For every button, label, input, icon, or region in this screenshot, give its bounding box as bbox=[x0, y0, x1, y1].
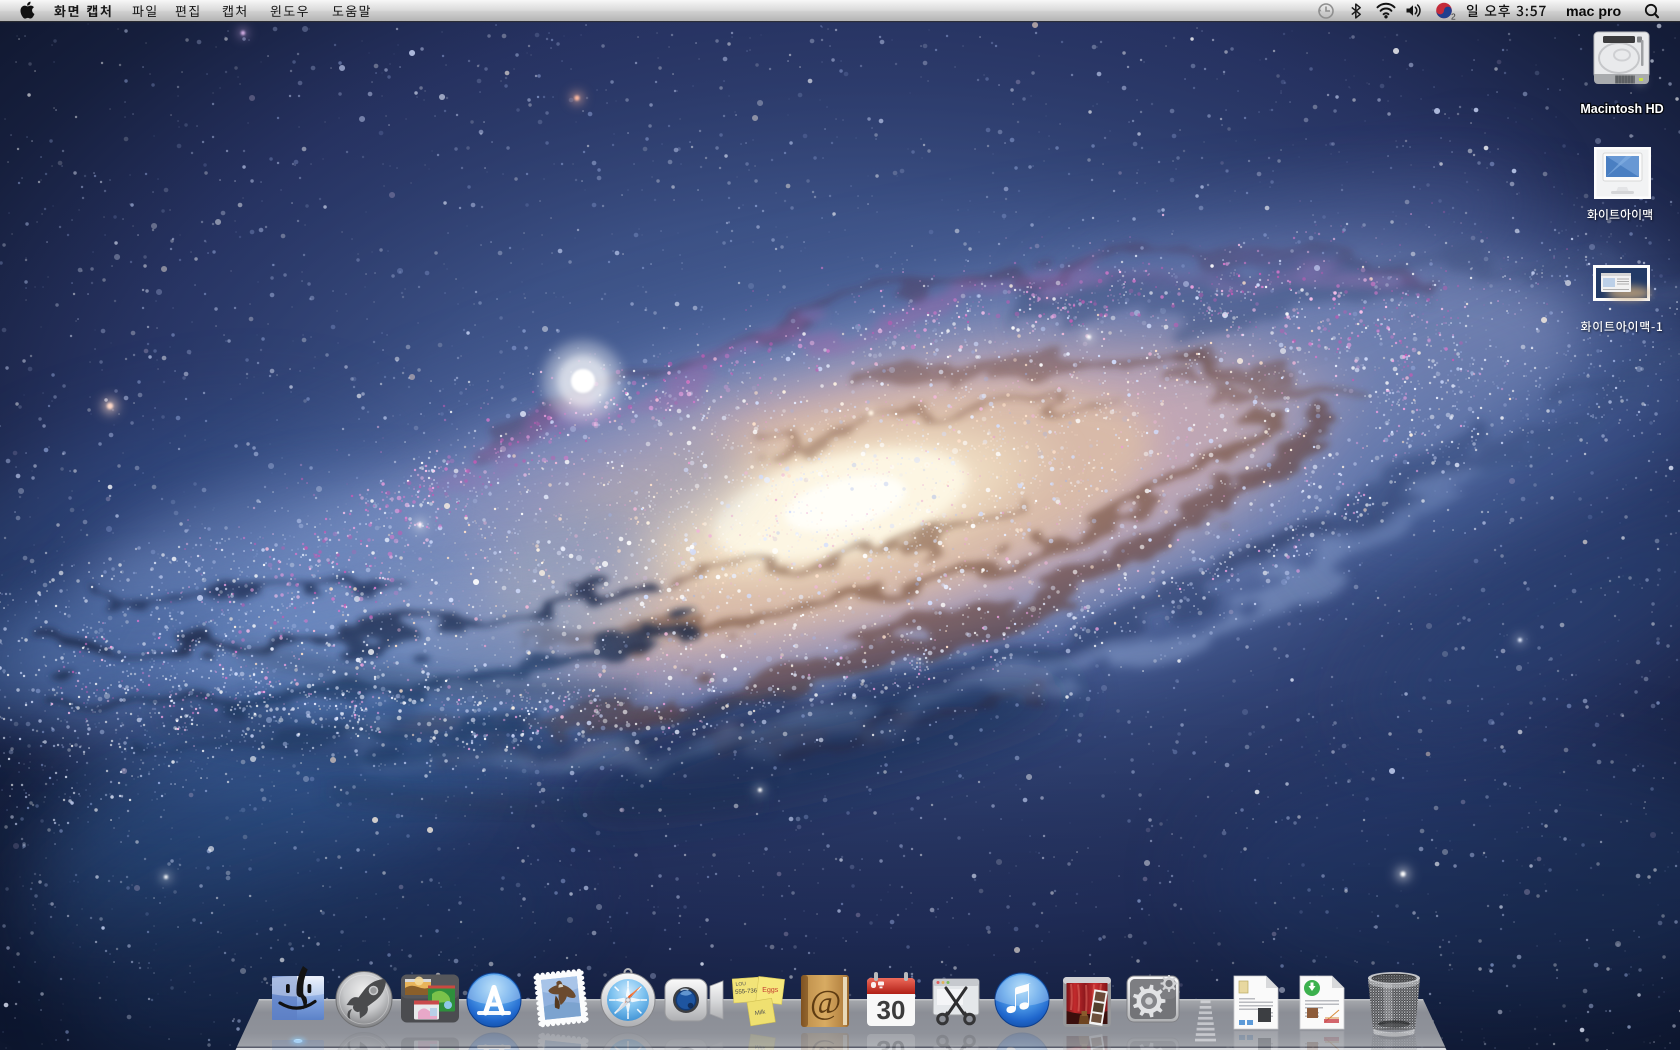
svg-text:@: @ bbox=[810, 984, 841, 1021]
svg-text:Macintosh HD: Macintosh HD bbox=[1580, 102, 1663, 116]
svg-text:2: 2 bbox=[1451, 12, 1456, 22]
svg-text:LOU: LOU bbox=[735, 981, 746, 988]
svg-text:30: 30 bbox=[877, 995, 906, 1025]
svg-text:mac pro: mac pro bbox=[1566, 4, 1622, 20]
svg-text:Eggs: Eggs bbox=[762, 987, 779, 994]
